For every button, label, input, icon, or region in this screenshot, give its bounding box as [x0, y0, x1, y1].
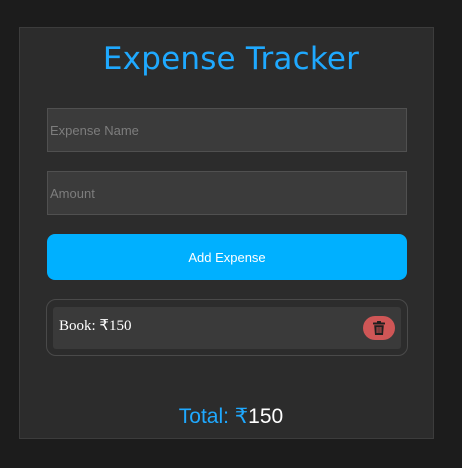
total-value: 150: [248, 405, 284, 428]
amount-input[interactable]: [47, 171, 407, 215]
expense-list: Book: ₹150: [46, 299, 408, 356]
add-expense-button[interactable]: Add Expense: [47, 234, 407, 280]
trash-icon: [373, 321, 385, 335]
list-item: Book: ₹150: [53, 307, 401, 349]
expense-name-input[interactable]: [47, 108, 407, 152]
total-label: Total: ₹: [178, 405, 249, 428]
delete-expense-button[interactable]: [363, 316, 395, 340]
page-title: Expense Tracker: [102, 41, 360, 77]
expense-item-text: Book: ₹150: [59, 318, 132, 334]
expense-tracker-card: [19, 27, 434, 439]
total-display: Total: ₹150: [0, 406, 462, 427]
